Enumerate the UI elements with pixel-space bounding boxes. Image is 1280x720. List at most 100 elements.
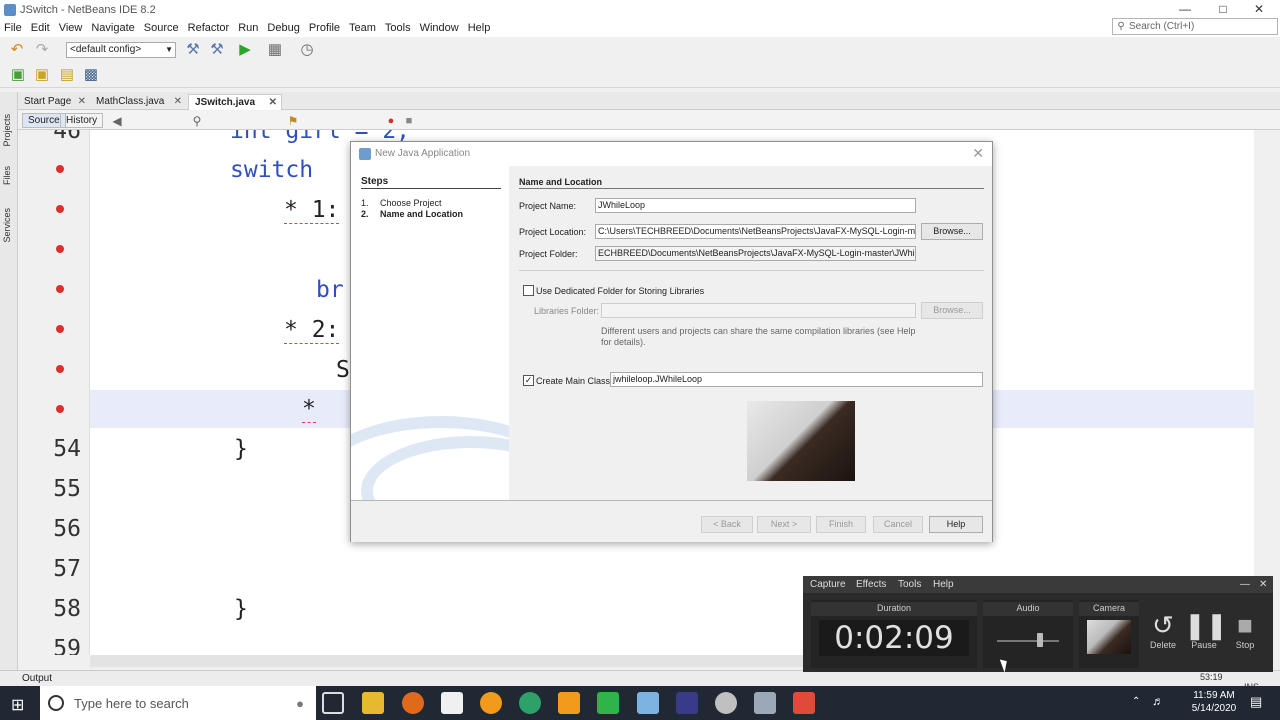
save-all-icon[interactable]: ▩ [82, 66, 100, 84]
tab-start-page[interactable]: Start Page ✕ [18, 94, 90, 110]
stop-macro-icon[interactable]: ■ [400, 112, 418, 130]
menu-tools[interactable]: Tools [381, 22, 416, 34]
step-label: Name and Location [380, 209, 464, 219]
intellij-icon[interactable] [676, 692, 698, 714]
pause-button[interactable]: ❚❚ Pause [1184, 610, 1228, 650]
clean-build-icon[interactable]: ⚒ [208, 41, 226, 59]
menu-profile[interactable]: Profile [305, 22, 345, 34]
dedicated-folder-label: Use Dedicated Folder for Storing Librari… [536, 286, 705, 296]
recorder-taskbar-icon[interactable] [793, 692, 815, 714]
close-icon[interactable]: ✕ [269, 95, 277, 110]
menu-refactor[interactable]: Refactor [184, 22, 235, 34]
menu-bar: File Edit View Navigate Source Refactor … [0, 19, 1280, 37]
close-button[interactable]: ✕ [1236, 0, 1280, 19]
find-icon[interactable]: ⚲ [188, 112, 206, 130]
divider [361, 188, 501, 189]
step-item-current: 2. Name and Location [361, 209, 463, 219]
record-macro-icon[interactable]: ● [382, 112, 400, 130]
sublime-icon[interactable] [558, 692, 580, 714]
app-icon[interactable] [480, 692, 502, 714]
recorder-menu-effects[interactable]: Effects [856, 579, 886, 590]
audio-slider-track[interactable] [997, 640, 1059, 642]
microphone-icon[interactable]: ● [296, 696, 304, 711]
firefox-icon[interactable] [402, 692, 424, 714]
config-select[interactable]: <default config> ▼ [66, 42, 176, 58]
new-file-icon[interactable]: ▣ [9, 66, 27, 84]
error-icon [56, 285, 64, 293]
dialog-close-button[interactable]: ✕ [972, 145, 984, 162]
menu-team[interactable]: Team [345, 22, 381, 34]
new-project-icon[interactable]: ▣ [33, 66, 51, 84]
app-icon[interactable] [754, 692, 776, 714]
build-icon[interactable]: ⚒ [184, 41, 202, 59]
audio-slider-handle[interactable] [1037, 633, 1043, 647]
bookmark-icon[interactable]: ⚑ [284, 112, 302, 130]
close-icon[interactable]: ✕ [1259, 579, 1267, 590]
stop-button[interactable]: ■ Stop [1225, 610, 1265, 650]
netbeans-taskbar-icon[interactable] [637, 692, 659, 714]
search-input[interactable]: ⚲ Search (Ctrl+I) [1112, 18, 1278, 35]
menu-view[interactable]: View [55, 22, 88, 34]
recorder-menu-capture[interactable]: Capture [810, 579, 846, 590]
dedicated-folder-checkbox[interactable] [523, 285, 534, 296]
menu-window[interactable]: Window [416, 22, 464, 34]
tab-services[interactable]: Services [2, 208, 16, 243]
close-icon[interactable]: ✕ [78, 94, 86, 109]
undo-icon[interactable]: ↶ [8, 41, 26, 59]
task-view-icon[interactable] [322, 692, 344, 714]
tab-files[interactable]: Files [2, 166, 16, 185]
project-name-input[interactable]: JWhileLoop [595, 198, 916, 213]
delete-button[interactable]: ↺ Delete [1143, 610, 1183, 650]
menu-source[interactable]: Source [140, 22, 184, 34]
run-icon[interactable]: ▶ [236, 41, 254, 59]
close-icon[interactable]: ✕ [174, 94, 182, 109]
camtasia-icon[interactable] [597, 692, 619, 714]
notifications-icon[interactable]: ▤ [1250, 694, 1262, 710]
menu-debug[interactable]: Debug [263, 22, 304, 34]
main-class-input[interactable]: jwhileloop.JWhileLoop [610, 372, 983, 387]
open-project-icon[interactable]: ▤ [58, 66, 76, 84]
debug-icon[interactable]: ▦ [266, 41, 284, 59]
line-number: 55 [53, 476, 81, 502]
menu-help[interactable]: Help [464, 22, 496, 34]
redo-icon[interactable]: ↷ [33, 41, 51, 59]
tray-chevron-icon[interactable]: ⌃ [1132, 696, 1140, 707]
cortana-icon [48, 695, 64, 711]
next-button[interactable]: Next > [757, 516, 811, 533]
tab-projects[interactable]: Projects [2, 114, 16, 147]
project-location-input[interactable]: C:\Users\TECHBREED\Documents\NetBeansPro… [595, 224, 916, 239]
store-icon[interactable] [441, 692, 463, 714]
finish-button[interactable]: Finish [816, 516, 866, 533]
menu-navigate[interactable]: Navigate [87, 22, 139, 34]
recorder-menu-help[interactable]: Help [933, 579, 954, 590]
content-pane: Name and Location Project Name: JWhileLo… [509, 166, 992, 500]
browse-location-button[interactable]: Browse... [921, 223, 983, 240]
taskbar-clock[interactable]: 11:59 AM 5/14/2020 [1186, 689, 1242, 715]
create-main-class-checkbox[interactable]: ✓ [523, 375, 534, 386]
menu-edit[interactable]: Edit [27, 22, 55, 34]
windows-start-icon[interactable]: ⊞ [11, 695, 24, 715]
project-folder-input[interactable]: ECHBREED\Documents\NetBeansProjects\Java… [595, 246, 916, 261]
taskbar-search[interactable]: Type here to search ● [40, 686, 316, 720]
profile-icon[interactable]: ◷ [298, 41, 316, 59]
app-icon[interactable] [519, 692, 541, 714]
menu-file[interactable]: File [0, 22, 27, 34]
code-line: } [234, 436, 248, 462]
config-value: <default config> [70, 44, 142, 55]
app-icon[interactable] [715, 692, 737, 714]
minimize-icon[interactable]: — [1240, 579, 1250, 590]
recorder-menu-tools[interactable]: Tools [898, 579, 921, 590]
tab-jswitch[interactable]: JSwitch.java ✕ [188, 94, 282, 110]
line-number: 56 [53, 516, 81, 542]
volume-icon[interactable]: ♬ [1152, 694, 1164, 708]
menu-run[interactable]: Run [234, 22, 263, 34]
file-explorer-icon[interactable] [362, 692, 384, 714]
output-tab[interactable]: Output [22, 673, 52, 684]
cancel-button[interactable]: Cancel [873, 516, 923, 533]
back-button[interactable]: < Back [701, 516, 753, 533]
history-button[interactable]: History [60, 113, 104, 128]
tab-mathclass[interactable]: MathClass.java ✕ [90, 94, 186, 110]
duration-timer: 0:02:09 [819, 620, 969, 656]
help-button[interactable]: Help [929, 516, 983, 533]
back-icon[interactable]: ◀ [108, 112, 126, 130]
